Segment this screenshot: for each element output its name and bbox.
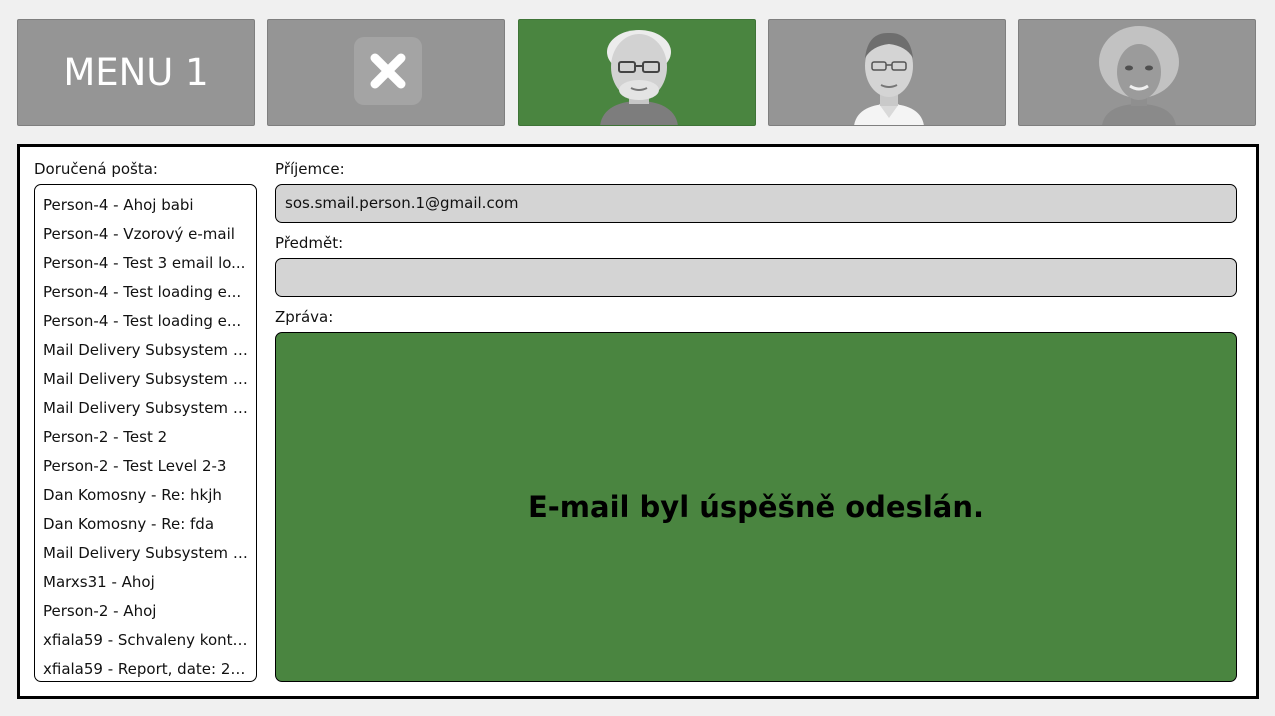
inbox-item[interactable]: xfiala59 - Schvaleny kontakt [43,626,248,655]
inbox-label: Doručená pošta: [34,160,158,178]
inbox-item[interactable]: Person-4 - Test loading e... [43,278,248,307]
inbox-item[interactable]: Person-4 - Test 3 email lo... [43,249,248,278]
inbox-item[interactable]: Mail Delivery Subsystem - ... [43,539,248,568]
subject-field[interactable] [275,258,1237,297]
inbox-item[interactable]: Dan Komosny - Re: fda [43,510,248,539]
inbox-item[interactable]: Marxs31 - Ahoj [43,568,248,597]
contact-button-3[interactable] [1018,19,1256,126]
person-1-avatar [598,22,680,125]
inbox-item[interactable]: Person-4 - Ahoj babi [43,191,248,220]
inbox-item[interactable]: xfiala59 - Report, date: 20... [43,655,248,681]
recipient-field[interactable]: sos.smail.person.1@gmail.com [275,184,1237,223]
inbox-item[interactable]: Person-2 - Test Level 2-3 [43,452,248,481]
inbox-item[interactable]: Person-2 - Ahoj [43,597,248,626]
inbox-item[interactable]: Person-4 - Vzorový e-mail [43,220,248,249]
contact-button-1[interactable] [518,19,756,126]
inbox-item[interactable]: Person-4 - Test loading e... [43,307,248,336]
menu-title: MENU 1 [63,51,209,94]
message-label: Zpráva: [275,308,334,326]
subject-label: Předmět: [275,234,344,252]
status-message: E-mail byl úspěšně odeslán. [527,490,985,524]
close-icon [354,37,422,105]
inbox-item[interactable]: Mail Delivery Subsystem - ... [43,336,248,365]
contact-button-2[interactable] [768,19,1006,126]
recipient-label: Příjemce: [275,160,345,178]
inbox-list[interactable]: Person-4 - Ahoj babi Person-4 - Vzorový … [34,184,257,682]
inbox-item[interactable]: Mail Delivery Subsystem - ... [43,365,248,394]
inbox-item[interactable]: Person-2 - Test 2 [43,423,248,452]
inbox-item[interactable]: Mail Delivery Subsystem - ... [43,394,248,423]
inbox-item[interactable]: Dan Komosny - Re: hkjh [43,481,248,510]
top-menu-bar: MENU 1 [17,19,1259,128]
menu-button[interactable]: MENU 1 [17,19,255,126]
person-3-avatar [1098,22,1180,125]
person-2-avatar [848,22,930,125]
mail-panel: Doručená pošta: Person-4 - Ahoj babi Per… [17,144,1259,699]
close-button[interactable] [267,19,505,126]
message-area[interactable]: E-mail byl úspěšně odeslán. [275,332,1237,682]
